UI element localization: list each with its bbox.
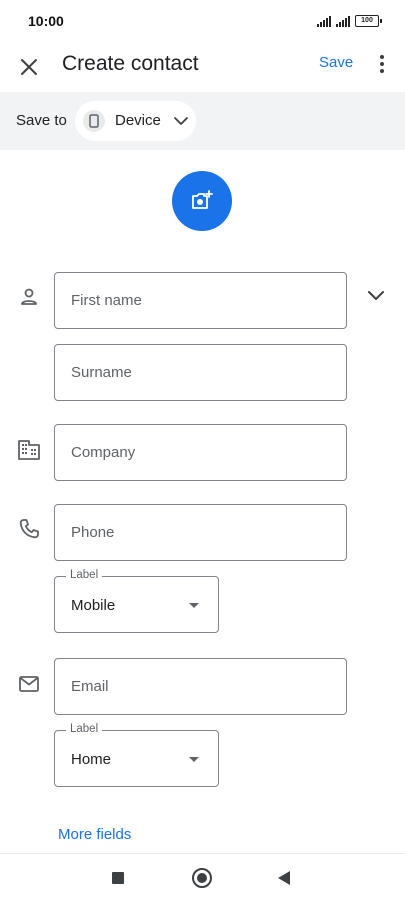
phone-placeholder: Phone (71, 524, 115, 541)
email-icon (19, 676, 39, 692)
create-contact-screen: 10:00 100 Create contact Save Save to De… (0, 0, 405, 902)
more-vert-icon (380, 55, 384, 73)
email-label-caption: Label (66, 723, 103, 735)
signal-icon (336, 15, 350, 27)
email-label-select[interactable]: Label Home (54, 723, 219, 787)
close-icon (21, 59, 37, 75)
phone-field[interactable]: Phone (54, 504, 347, 561)
system-nav-bar (0, 854, 405, 902)
phone-label-caption: Label (66, 569, 103, 581)
add-photo-icon (192, 190, 213, 209)
app-bar: Create contact Save (0, 44, 405, 92)
first-name-field[interactable]: First name (54, 272, 347, 329)
save-to-bar: Save to Device (0, 92, 405, 150)
status-bar: 10:00 100 (0, 0, 405, 44)
status-icons: 100 (317, 15, 382, 27)
save-button[interactable]: Save (319, 54, 353, 71)
company-field[interactable]: Company (54, 424, 347, 481)
dropdown-arrow-icon (189, 603, 199, 608)
battery-icon: 100 (355, 15, 382, 27)
phone-device-icon (83, 110, 105, 132)
page-title: Create contact (62, 52, 199, 75)
person-icon (21, 288, 37, 305)
close-button[interactable] (15, 53, 43, 81)
company-placeholder: Company (71, 444, 136, 461)
surname-field[interactable]: Surname (54, 344, 347, 401)
back-triangle-icon[interactable] (278, 871, 290, 885)
add-photo-button[interactable] (172, 171, 232, 231)
phone-label-select[interactable]: Label Mobile (54, 569, 219, 633)
business-icon (18, 440, 40, 460)
email-placeholder: Email (71, 678, 109, 695)
phone-label-value: Mobile (71, 597, 116, 614)
more-fields-button[interactable]: More fields (58, 826, 131, 843)
expand-name-button[interactable] (364, 283, 388, 307)
account-selector-chip[interactable]: Device (75, 101, 196, 141)
save-to-label: Save to (16, 112, 67, 129)
dropdown-arrow-icon (189, 757, 199, 762)
signal-icon (317, 15, 331, 27)
email-label-value: Home (71, 751, 112, 768)
status-time: 10:00 (28, 13, 64, 29)
first-name-placeholder: First name (71, 292, 142, 309)
chevron-down-icon (174, 117, 188, 125)
home-circle-icon[interactable] (192, 868, 212, 888)
chevron-down-icon (368, 291, 384, 300)
recents-square-icon[interactable] (112, 872, 124, 884)
phone-icon (19, 519, 39, 539)
more-options-button[interactable] (370, 52, 394, 76)
surname-placeholder: Surname (71, 364, 132, 381)
account-label: Device (115, 112, 161, 129)
email-field[interactable]: Email (54, 658, 347, 715)
